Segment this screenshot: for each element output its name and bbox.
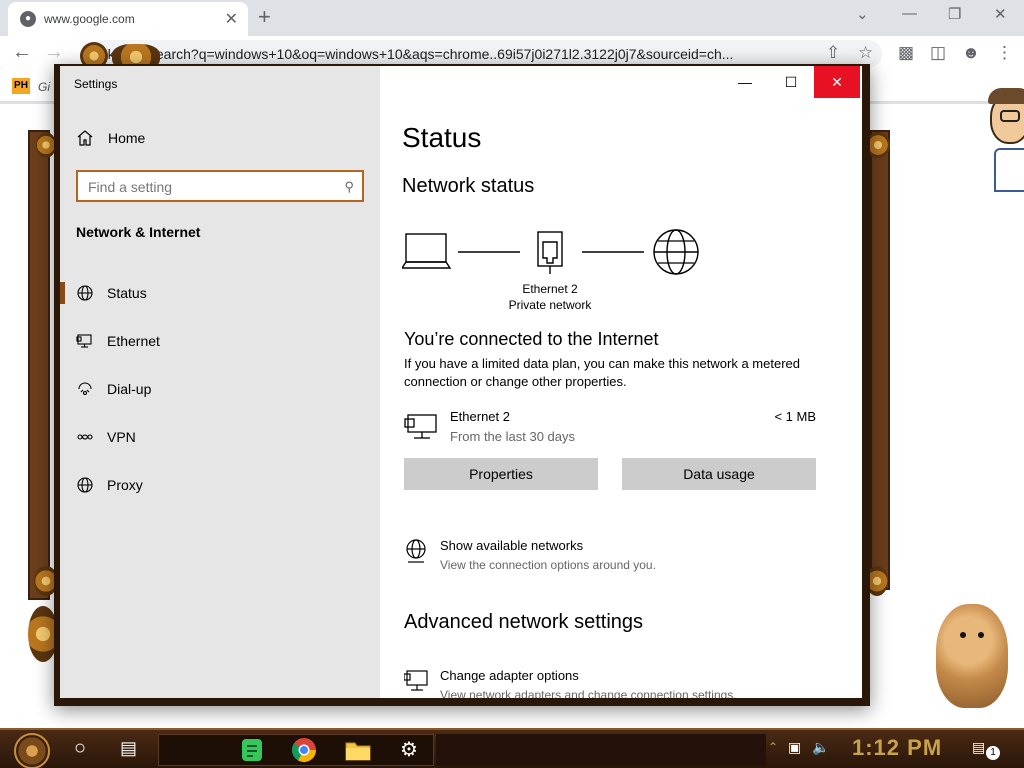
sidebar-item-ethernet[interactable]: Ethernet [60,320,380,360]
data-usage-value: < 1 MB [774,409,816,424]
ethernet-connection-icon [404,414,437,439]
diagram-network-type: Private network [508,298,592,312]
start-button[interactable] [14,733,50,768]
settings-sidebar: Settings Home ⚲ Network & Internet [60,66,380,698]
settings-gear-icon[interactable]: ⚙ [400,737,418,762]
sidebar-item-label: Dial-up [107,381,152,397]
menu-kebab-icon[interactable]: ⋮ [996,43,1013,63]
left-frame-rail [28,130,50,600]
character-hair [988,88,1024,104]
search-circle-icon[interactable]: ○ [74,737,86,760]
section-title: Network & Internet [76,224,201,240]
ethernet-icon [76,334,92,348]
show-networks-title[interactable]: Show available networks [440,538,583,553]
proxy-globe-icon [77,477,93,493]
share-icon[interactable]: ⇧ [826,43,840,63]
search-icon[interactable]: ⚲ [344,179,354,195]
browser-tab[interactable]: ● www.google.com ✕ [8,2,248,36]
sidebar-item-label: VPN [107,429,136,445]
find-setting-input[interactable] [88,178,334,196]
adapter-options-title[interactable]: Change adapter options [440,668,579,683]
right-frame-rail [870,130,890,590]
sidebar-item-status[interactable]: Status [60,272,380,312]
taskbar-clock[interactable]: 1:12 PM [852,735,942,761]
extensions-puzzle-icon[interactable]: ▩ [898,43,914,63]
volume-muted-icon[interactable]: 🔈 [812,739,829,756]
new-tab-plus-icon[interactable]: + [258,4,271,30]
available-networks-globe-icon [406,539,426,563]
network-status-heading: Network status [402,175,535,197]
tab-title: www.google.com [44,12,135,26]
internet-globe-icon [653,229,699,275]
forward-arrow-icon[interactable]: → [44,41,64,64]
bookmark-star-icon[interactable]: ☆ [858,43,873,63]
side-panel-icon[interactable]: ◫ [930,43,946,63]
show-networks-subtitle: View the connection options around you. [440,558,656,572]
find-setting-search[interactable]: ⚲ [76,170,364,202]
settings-client-area: Settings Home ⚲ Network & Internet [60,66,862,698]
taskbar-empty-area [436,734,766,766]
home-label: Home [108,130,146,146]
cartoon-character-sticker [986,86,1024,196]
sidebar-item-proxy[interactable]: Proxy [60,464,380,504]
settings-window: Settings Home ⚲ Network & Internet [54,64,870,706]
status-globe-icon [77,285,93,301]
window-title: Settings [74,77,118,91]
minimize-icon[interactable]: — [902,5,917,22]
connection-name: Ethernet 2 [450,409,510,424]
hamster-sticker [936,604,1008,708]
back-arrow-icon[interactable]: ← [12,41,32,64]
home-icon [77,130,93,146]
action-center-icon[interactable]: ▤ [972,739,985,756]
chrome-app-icon[interactable] [288,734,320,766]
tab-close-icon[interactable]: ✕ [225,9,238,29]
show-hidden-icons-chevron[interactable]: ⌃ [768,740,778,754]
minimize-button[interactable]: — [722,66,768,98]
hamster-eye [978,632,984,638]
network-tray-icon[interactable]: ▣ [788,739,801,756]
notification-count-badge: 1 [986,746,1000,760]
close-window-icon[interactable]: ✕ [994,5,1007,23]
task-view-icon[interactable]: ▤ [120,738,137,759]
file-explorer-icon[interactable] [342,734,374,766]
vpn-icon [77,434,93,440]
connected-title: You’re connected to the Internet [404,329,659,349]
connected-description: If you have a limited data plan, you can… [404,356,800,389]
character-body [994,148,1024,192]
sidebar-item-label: Ethernet [107,333,160,349]
url-text: ...k.com/search?q=windows+10&oq=windows+… [96,46,734,62]
restore-icon[interactable]: ❐ [948,5,961,23]
diagram-adapter-name: Ethernet 2 [522,282,578,296]
connection-period: From the last 30 days [450,429,575,444]
network-status-diagram: Ethernet 2 Private network [400,228,702,312]
laptop-icon [400,233,452,269]
profile-avatar-icon[interactable]: ☻ [962,43,980,63]
sidebar-item-vpn[interactable]: VPN [60,416,380,456]
sidebar-item-dial-up[interactable]: Dial-up [60,368,380,408]
dial-up-icon [78,382,92,396]
hamster-eye [960,632,966,638]
network-diagram-graphic [400,229,699,275]
maximize-button[interactable]: ☐ [768,66,814,98]
ethernet-port-icon [537,231,563,274]
page-title: Status [402,122,482,153]
taskbar: ○ ▤ ⚙ ⌃ ▣ 🔈 1:12 PM ▤ 1 [0,728,1024,768]
bookmark-badge[interactable]: PH [12,78,30,94]
adapter-monitor-icon [404,670,428,691]
data-usage-button[interactable]: Data usage [622,458,816,490]
sidebar-item-label: Proxy [107,477,143,493]
advanced-settings-heading: Advanced network settings [404,611,644,633]
adapter-options-subtitle: View network adapters and change connect… [440,688,737,698]
gear-icon [36,132,56,158]
close-button[interactable]: ✕ [814,66,860,98]
selection-indicator [60,282,65,304]
tab-search-chevron-icon[interactable]: ⌄ [856,5,869,23]
properties-button[interactable]: Properties [404,458,598,490]
settings-main-panel: — ☐ ✕ Status Network status Ethernet 2 P… [380,66,862,698]
sidebar-item-label: Status [107,285,147,301]
bookmark-label[interactable]: Gi [38,80,50,94]
character-glasses [1000,110,1020,122]
globe-favicon-icon: ● [20,11,36,27]
green-notes-app-icon[interactable] [236,734,268,766]
